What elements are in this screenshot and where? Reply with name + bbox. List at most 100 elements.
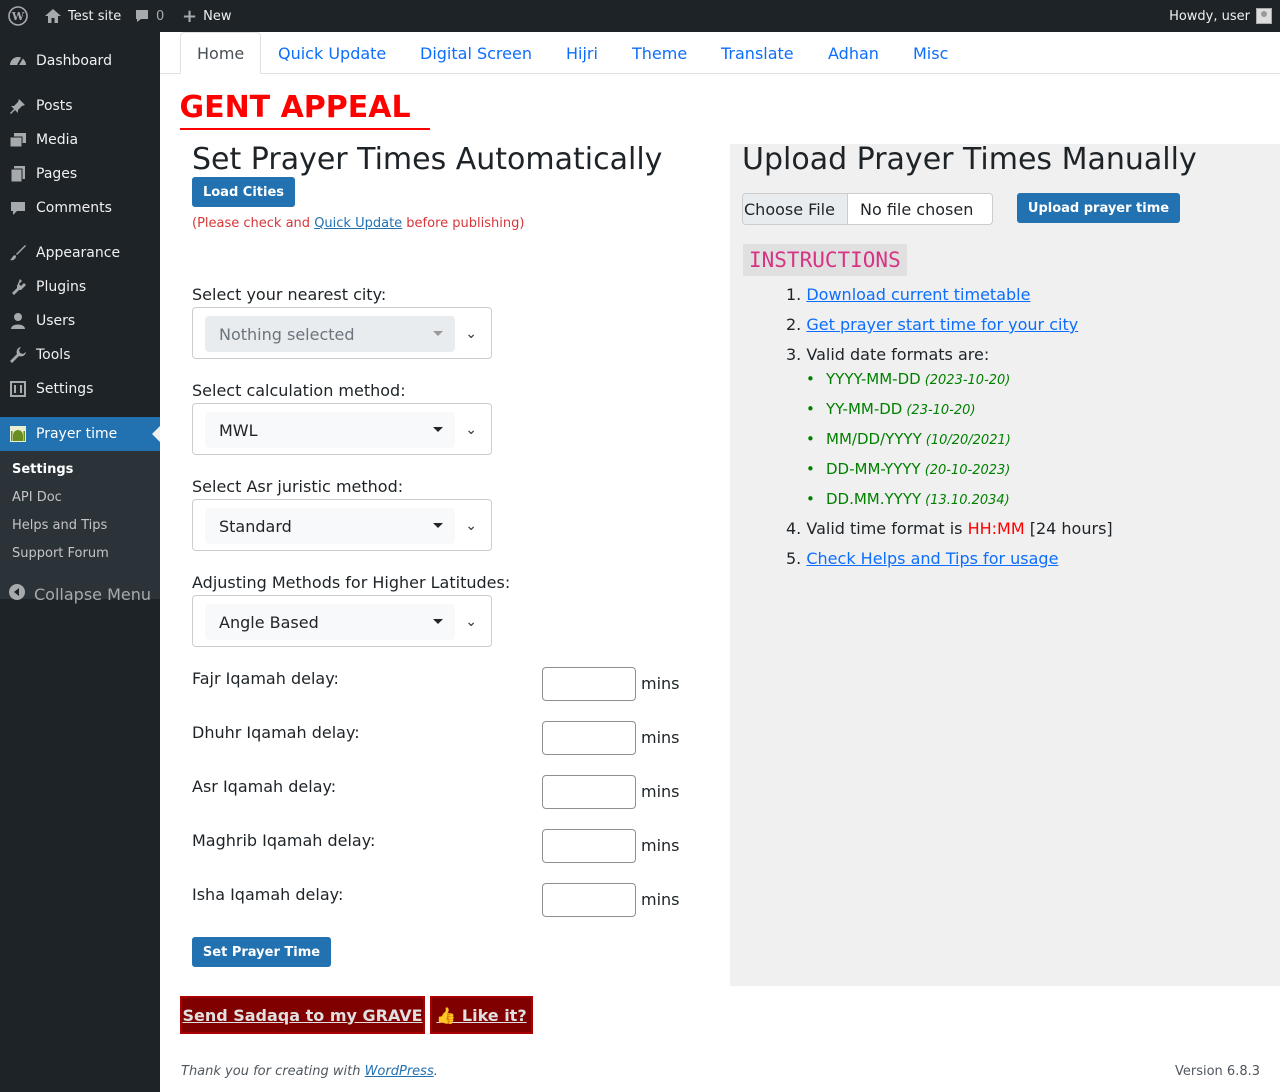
set-prayer-time-button[interactable]: Set Prayer Time [192,937,331,967]
asr-select-value[interactable]: Standard [205,508,455,544]
publish-note: (Please check and Quick Update before pu… [192,216,525,231]
maghrib-iqamah-label: Maghrib Iqamah delay: [192,831,376,850]
tab-home[interactable]: Home [180,32,262,74]
chevron-down-icon: ⌄ [465,326,477,342]
asr-label: Select Asr juristic method: [192,477,404,496]
method-select-value[interactable]: MWL [205,412,455,448]
new-content-link[interactable]: + New [182,0,231,32]
caret-down-icon [433,331,443,336]
tab-misc[interactable]: Misc [913,32,948,74]
asr-method-select[interactable]: Standard ⌄ [192,499,492,551]
pin-icon [8,96,28,116]
menu-item-posts[interactable]: Posts [0,89,160,123]
helps-tips-link[interactable]: Check Helps and Tips for usage [806,549,1058,568]
comments-count: 0 [156,8,165,24]
asr-unit: mins [641,782,680,801]
download-timetable-link[interactable]: Download current timetable [806,285,1030,304]
comments-link[interactable]: 0 [134,0,164,32]
menu-item-prayer-time[interactable]: Prayer time [0,417,160,451]
caret-down-icon [433,619,443,624]
menu-item-users[interactable]: Users [0,304,160,338]
tab-translate[interactable]: Translate [721,32,794,74]
my-account-link[interactable]: Howdy, user [1169,0,1272,32]
tab-theme[interactable]: Theme [632,32,687,74]
dhuhr-iqamah-label: Dhuhr Iqamah delay: [192,723,360,742]
new-label: New [203,8,232,24]
urgent-appeal-marquee[interactable]: URGENT APPEAL [180,90,430,130]
submenu-settings[interactable]: Settings [12,462,73,477]
fajr-iqamah-label: Fajr Iqamah delay: [192,669,339,688]
load-cities-button[interactable]: Load Cities [192,177,295,207]
fajr-iqamah-input[interactable] [542,667,636,701]
date-format-item: DD.MM.YYYY(13.10.2034) [806,490,1010,508]
manual-section-title: Upload Prayer Times Manually [742,142,1197,177]
svg-text:W: W [11,10,25,23]
home-icon [45,9,61,23]
menu-item-comments[interactable]: Comments [0,191,160,225]
marquee-text: URGENT APPEAL [180,90,411,125]
submenu-api-doc[interactable]: API Doc [12,490,62,505]
site-name: Test site [68,8,122,24]
admin-bar: W Test site 0 + New Howdy, user [0,0,1280,32]
date-format-item: YY-MM-DD(23-10-20) [806,400,976,418]
menu-item-tools[interactable]: Tools [0,338,160,372]
city-select-value[interactable]: Nothing selected [205,316,455,352]
send-sadaqa-button[interactable]: Send Sadaqa to my GRAVE [180,996,425,1034]
latitude-select-value[interactable]: Angle Based [205,604,455,640]
maghrib-iqamah-input[interactable] [542,829,636,863]
comment-icon [8,198,28,218]
tab-adhan[interactable]: Adhan [828,32,879,74]
instruction-step-1: 1. Download current timetable [786,285,1031,304]
date-format-item: MM/DD/YYYY(10/20/2021) [806,430,1011,448]
site-name-link[interactable]: Test site [44,0,121,32]
higher-latitude-label: Adjusting Methods for Higher Latitudes: [192,573,511,592]
menu-item-media[interactable]: Media [0,123,160,157]
choose-file-button[interactable]: Choose File [743,194,848,224]
prayer-time-submenu: Settings API Doc Helps and Tips Support … [0,451,160,599]
mosque-icon [8,424,28,444]
menu-item-dashboard[interactable]: Dashboard [0,44,160,78]
menu-item-pages[interactable]: Pages [0,157,160,191]
wordpress-logo-icon[interactable]: W [8,0,28,32]
dashboard-icon [8,51,28,71]
submenu-support-forum[interactable]: Support Forum [12,546,109,561]
calculation-method-select[interactable]: MWL ⌄ [192,403,492,455]
file-status: No file chosen [860,199,974,219]
higher-latitude-select[interactable]: Angle Based ⌄ [192,595,492,647]
dhuhr-iqamah-input[interactable] [542,721,636,755]
menu-item-settings[interactable]: Settings [0,372,160,406]
fajr-unit: mins [641,674,680,693]
menu-item-plugins[interactable]: Plugins [0,270,160,304]
collapse-menu-button[interactable]: Collapse Menu [0,578,160,610]
settings-tabs: Home Quick Update Digital Screen Hijri T… [160,32,1280,74]
file-input[interactable]: Choose File No file chosen [742,193,993,225]
wrench-icon [8,345,28,365]
auto-section-title: Set Prayer Times Automatically [192,142,663,177]
asr-iqamah-input[interactable] [542,775,636,809]
tab-digital-screen[interactable]: Digital Screen [420,32,532,74]
submenu-helps-and-tips[interactable]: Helps and Tips [12,518,107,533]
date-format-item: YYYY-MM-DD(2023-10-20) [806,370,1010,388]
avatar [1256,8,1272,24]
city-prayer-time-link[interactable]: Get prayer start time for your city [806,315,1078,334]
footer-version: Version 6.8.3 [1174,1064,1260,1079]
upload-prayer-time-button[interactable]: Upload prayer time [1017,193,1180,223]
comment-bubble-icon [136,10,148,22]
tab-hijri[interactable]: Hijri [566,32,598,74]
isha-iqamah-input[interactable] [542,883,636,917]
instruction-step-3: 3. Valid date formats are: [786,345,990,364]
city-select[interactable]: Nothing selected ⌄ [192,307,492,359]
user-icon [8,311,28,331]
howdy-text: Howdy, user [1169,8,1250,24]
like-it-button[interactable]: 👍 Like it? [430,996,533,1034]
quick-update-link[interactable]: Quick Update [314,216,402,231]
media-icon [8,130,28,150]
instruction-step-2: 2. Get prayer start time for your city [786,315,1079,334]
menu-item-appearance[interactable]: Appearance [0,236,160,270]
wordpress-link[interactable]: WordPress [365,1064,434,1079]
caret-down-icon [433,427,443,432]
asr-iqamah-label: Asr Iqamah delay: [192,777,337,796]
collapse-arrow-icon [8,583,26,605]
chevron-down-icon: ⌄ [465,614,477,630]
tab-quick-update[interactable]: Quick Update [278,32,386,74]
